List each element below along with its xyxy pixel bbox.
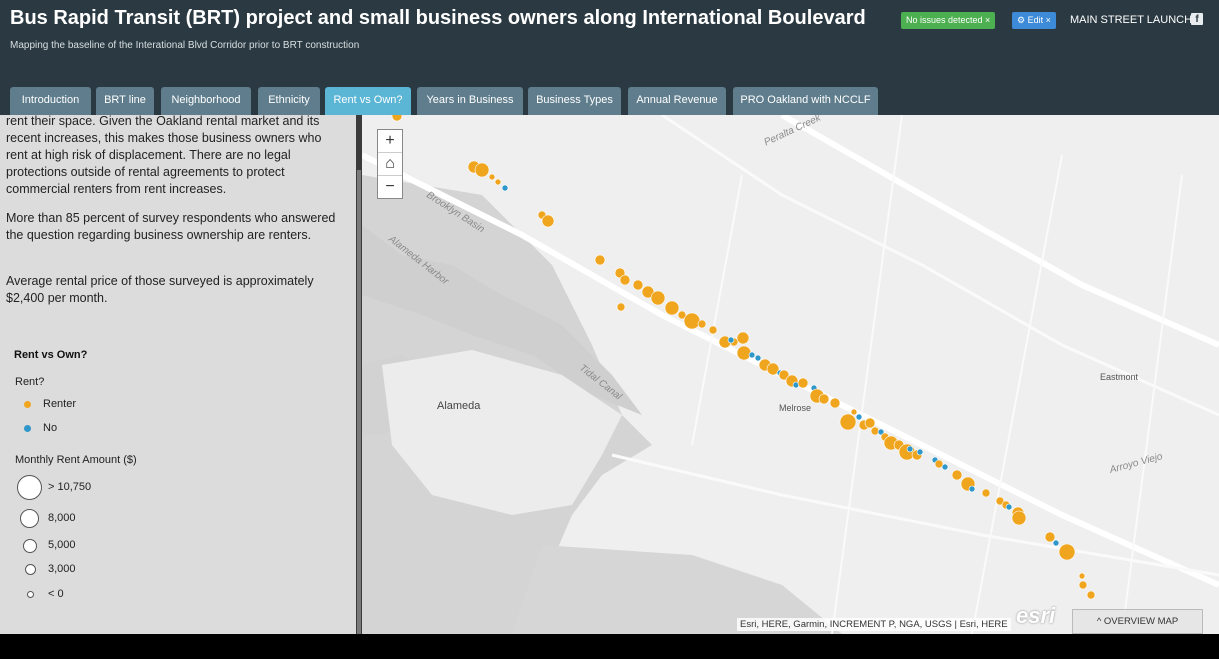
survey-point[interactable] [850, 408, 858, 416]
survey-point[interactable] [855, 413, 863, 421]
survey-point[interactable] [541, 214, 555, 228]
road-arterial-2 [611, 453, 1219, 577]
tab-introduction[interactable]: Introduction [10, 87, 91, 115]
survey-point[interactable] [1058, 543, 1076, 561]
survey-point[interactable] [818, 393, 830, 405]
survey-point[interactable] [870, 426, 880, 436]
overview-map-button[interactable]: ^ OVERVIEW MAP [1072, 609, 1203, 634]
legend-rent-heading: Rent? [15, 376, 45, 388]
legend-renter-label: Renter [43, 398, 77, 410]
home-button[interactable]: ⌂ [378, 153, 402, 176]
tab-annual-revenue[interactable]: Annual Revenue [628, 87, 726, 115]
survey-point[interactable] [748, 351, 756, 359]
survey-point[interactable] [1052, 539, 1060, 547]
survey-point[interactable] [906, 445, 914, 453]
legend-size-circle-m [23, 539, 37, 553]
legend-size-label: 8,000 [48, 512, 76, 524]
legend-title: Rent vs Own? [14, 349, 88, 361]
status-badge[interactable]: No issues detected × [901, 12, 996, 29]
app-header: Bus Rapid Transit (BRT) project and smal… [0, 0, 1219, 115]
tab-rent-vs-own[interactable]: Rent vs Own? [325, 87, 411, 115]
survey-point[interactable] [501, 184, 509, 192]
survey-point[interactable] [916, 448, 924, 456]
legend-size-label: < 0 [48, 588, 64, 600]
survey-point[interactable] [981, 488, 991, 498]
survey-point[interactable] [683, 312, 701, 330]
basemap [362, 115, 1219, 634]
survey-point[interactable] [1044, 531, 1056, 543]
survey-point[interactable] [736, 345, 752, 361]
map-label-alameda: Alameda [437, 400, 481, 412]
road-cross-4 [691, 174, 743, 446]
legend-size-circle-xl [17, 475, 42, 500]
tab-neighborhood[interactable]: Neighborhood [161, 87, 251, 115]
zoom-controls: + ⌂ − [377, 129, 403, 199]
survey-point[interactable] [1078, 572, 1086, 580]
survey-point[interactable] [1011, 510, 1027, 526]
survey-point[interactable] [829, 397, 841, 409]
survey-point[interactable] [797, 377, 809, 389]
survey-point[interactable] [951, 469, 963, 481]
map-label-eastmont: Eastmont [1100, 372, 1139, 382]
legend-size-label: > 10,750 [48, 481, 92, 493]
survey-point[interactable] [391, 115, 403, 122]
tab-brt-line[interactable]: BRT line [96, 87, 154, 115]
legend-size-circle-s [25, 564, 36, 575]
survey-point[interactable] [1086, 590, 1096, 600]
road-arterial [661, 115, 1219, 417]
survey-point[interactable] [864, 417, 876, 429]
survey-point[interactable] [941, 463, 949, 471]
road-cross-2 [971, 154, 1063, 634]
survey-point[interactable] [474, 162, 490, 178]
survey-point[interactable] [839, 413, 857, 431]
legend-size-label: 5,000 [48, 539, 76, 551]
map-label-melrose: Melrose [779, 403, 812, 413]
side-panel: rent their space. Given the Oakland rent… [0, 115, 356, 634]
main-street-launch-link[interactable]: MAIN STREET LAUNCH [1070, 14, 1192, 26]
legend-no-swatch [24, 425, 31, 432]
map-attribution: Esri, HERE, Garmin, INCREMENT P, NGA, US… [737, 618, 1011, 631]
survey-point[interactable] [650, 290, 666, 306]
survey-point[interactable] [616, 302, 626, 312]
survey-point[interactable] [488, 173, 496, 181]
legend-size-label: 3,000 [48, 563, 76, 575]
survey-point[interactable] [494, 178, 502, 186]
esri-logo: esri [1016, 603, 1056, 628]
survey-point[interactable] [697, 319, 707, 329]
survey-point[interactable] [968, 485, 976, 493]
legend-amount-heading: Monthly Rent Amount ($) [15, 454, 137, 466]
tab-ethnicity[interactable]: Ethnicity [258, 87, 320, 115]
tab-years-in-business[interactable]: Years in Business [417, 87, 523, 115]
survey-point[interactable] [619, 274, 631, 286]
legend-size-circle-xs [27, 591, 34, 598]
survey-point[interactable] [708, 325, 718, 335]
tab-pro-oakland[interactable]: PRO Oakland with NCCLF [733, 87, 878, 115]
bottom-bar [0, 634, 1219, 659]
panel-paragraph-average: Average rental price of those surveyed i… [6, 274, 314, 305]
survey-point[interactable] [594, 254, 606, 266]
panel-paragraph-percent: More than 85 percent of survey responden… [6, 211, 336, 242]
page-title: Bus Rapid Transit (BRT) project and smal… [10, 7, 866, 29]
panel-scroll-thumb[interactable] [357, 170, 361, 634]
tab-business-types[interactable]: Business Types [528, 87, 621, 115]
panel-paragraph-renters: rent their space. Given the Oakland rent… [6, 115, 322, 196]
legend-renter-swatch [24, 401, 31, 408]
survey-point[interactable] [632, 279, 644, 291]
zoom-in-button[interactable]: + [378, 130, 402, 153]
survey-point[interactable] [754, 354, 762, 362]
legend-size-circle-l [20, 509, 39, 528]
survey-point[interactable] [727, 336, 735, 344]
survey-point[interactable] [664, 300, 680, 316]
zoom-out-button[interactable]: − [378, 176, 402, 198]
survey-point[interactable] [736, 331, 750, 345]
road-cross-1 [831, 115, 903, 634]
facebook-icon[interactable]: f [1191, 13, 1203, 25]
survey-point[interactable] [1005, 503, 1013, 511]
map-view[interactable]: + ⌂ − Alameda Melrose Eastmont Brooklyn … [362, 115, 1219, 634]
edit-button[interactable]: ⚙ Edit × [1012, 12, 1056, 29]
survey-point[interactable] [1078, 580, 1088, 590]
page-subtitle: Mapping the baseline of the Interational… [10, 40, 360, 51]
legend-no-label: No [43, 422, 58, 434]
